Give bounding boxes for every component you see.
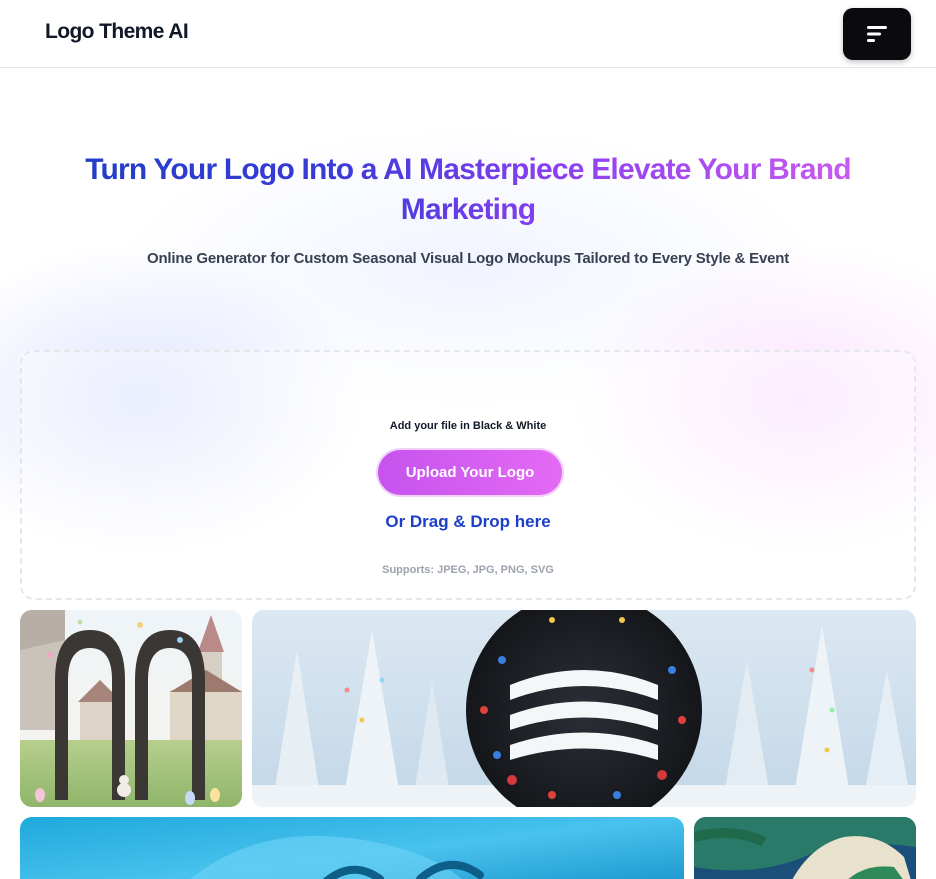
- upload-hint: Add your file in Black & White: [389, 420, 547, 432]
- island-logo-image: [694, 817, 916, 879]
- hero-subtitle: Online Generator for Custom Seasonal Vis…: [147, 250, 789, 267]
- drag-drop-text[interactable]: Or Drag & Drop here: [22, 512, 914, 532]
- gallery-tile-island[interactable]: [694, 817, 916, 879]
- upload-dropzone[interactable]: Add your file in Black & White Upload Yo…: [20, 350, 916, 600]
- winter-logo-image: [252, 610, 916, 807]
- top-navbar: Logo Theme AI: [0, 0, 936, 68]
- menu-button[interactable]: [843, 8, 911, 60]
- upload-logo-button[interactable]: Upload Your Logo: [378, 450, 562, 495]
- gallery-tile-easter[interactable]: [20, 610, 242, 807]
- gallery-tile-winter[interactable]: [252, 610, 916, 807]
- easter-logo-image: [20, 610, 242, 807]
- brand-logo-text[interactable]: Logo Theme AI: [45, 20, 189, 44]
- gallery-tile-water[interactable]: [20, 817, 684, 879]
- hero-title: Turn Your Logo Into a AI Masterpiece Ele…: [40, 150, 896, 230]
- supported-formats: Supports: JPEG, JPG, PNG, SVG: [382, 564, 554, 576]
- water-logo-image: [20, 817, 684, 879]
- menu-lines-icon: [867, 26, 887, 42]
